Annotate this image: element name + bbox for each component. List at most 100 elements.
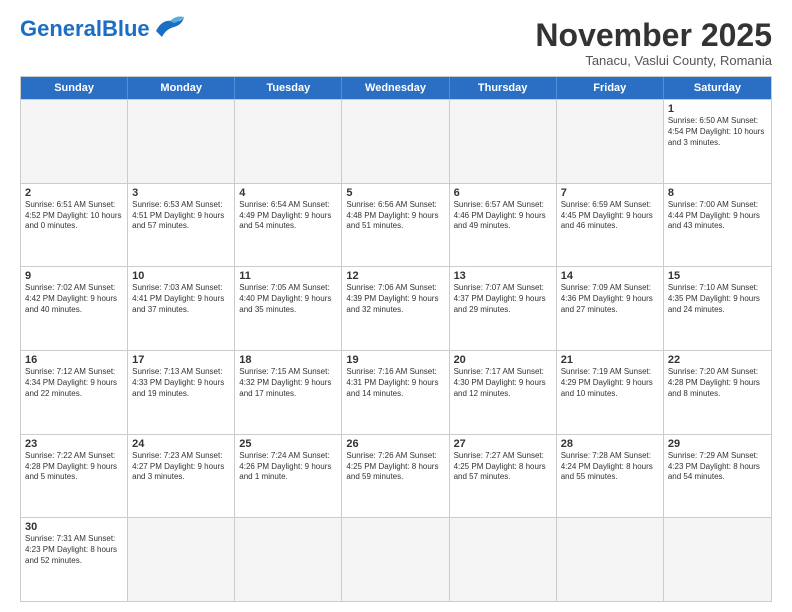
day-number: 15 — [668, 270, 767, 282]
day-cell — [450, 518, 557, 601]
week-row-1: 2Sunrise: 6:51 AM Sunset: 4:52 PM Daylig… — [21, 183, 771, 267]
week-row-5: 30Sunrise: 7:31 AM Sunset: 4:23 PM Dayli… — [21, 517, 771, 601]
day-cell: 12Sunrise: 7:06 AM Sunset: 4:39 PM Dayli… — [342, 267, 449, 350]
day-header-friday: Friday — [557, 77, 664, 99]
day-number: 27 — [454, 438, 552, 450]
day-info: Sunrise: 6:51 AM Sunset: 4:52 PM Dayligh… — [25, 200, 123, 232]
day-cell: 18Sunrise: 7:15 AM Sunset: 4:32 PM Dayli… — [235, 351, 342, 434]
logo: GeneralBlue — [20, 18, 188, 40]
day-cell — [235, 518, 342, 601]
day-info: Sunrise: 6:53 AM Sunset: 4:51 PM Dayligh… — [132, 200, 230, 232]
day-cell: 21Sunrise: 7:19 AM Sunset: 4:29 PM Dayli… — [557, 351, 664, 434]
day-cell: 30Sunrise: 7:31 AM Sunset: 4:23 PM Dayli… — [21, 518, 128, 601]
header: GeneralBlue November 2025 Tanacu, Vaslui… — [20, 18, 772, 68]
day-number: 24 — [132, 438, 230, 450]
day-number: 22 — [668, 354, 767, 366]
day-cell: 8Sunrise: 7:00 AM Sunset: 4:44 PM Daylig… — [664, 184, 771, 267]
day-header-wednesday: Wednesday — [342, 77, 449, 99]
day-info: Sunrise: 7:20 AM Sunset: 4:28 PM Dayligh… — [668, 367, 767, 399]
subtitle: Tanacu, Vaslui County, Romania — [535, 53, 772, 68]
day-number: 25 — [239, 438, 337, 450]
day-cell — [342, 100, 449, 183]
day-cell: 4Sunrise: 6:54 AM Sunset: 4:49 PM Daylig… — [235, 184, 342, 267]
day-cell: 13Sunrise: 7:07 AM Sunset: 4:37 PM Dayli… — [450, 267, 557, 350]
day-header-monday: Monday — [128, 77, 235, 99]
day-number: 17 — [132, 354, 230, 366]
day-info: Sunrise: 7:17 AM Sunset: 4:30 PM Dayligh… — [454, 367, 552, 399]
day-info: Sunrise: 7:19 AM Sunset: 4:29 PM Dayligh… — [561, 367, 659, 399]
day-info: Sunrise: 7:29 AM Sunset: 4:23 PM Dayligh… — [668, 451, 767, 483]
day-info: Sunrise: 7:16 AM Sunset: 4:31 PM Dayligh… — [346, 367, 444, 399]
day-cell: 5Sunrise: 6:56 AM Sunset: 4:48 PM Daylig… — [342, 184, 449, 267]
day-number: 29 — [668, 438, 767, 450]
day-info: Sunrise: 7:31 AM Sunset: 4:23 PM Dayligh… — [25, 534, 123, 566]
day-number: 26 — [346, 438, 444, 450]
day-header-tuesday: Tuesday — [235, 77, 342, 99]
day-header-saturday: Saturday — [664, 77, 771, 99]
day-headers-row: SundayMondayTuesdayWednesdayThursdayFrid… — [21, 77, 771, 99]
day-info: Sunrise: 7:23 AM Sunset: 4:27 PM Dayligh… — [132, 451, 230, 483]
month-title: November 2025 — [535, 18, 772, 53]
day-cell: 6Sunrise: 6:57 AM Sunset: 4:46 PM Daylig… — [450, 184, 557, 267]
day-cell — [450, 100, 557, 183]
day-cell — [342, 518, 449, 601]
day-cell — [128, 100, 235, 183]
logo-bird-icon — [152, 11, 188, 39]
week-row-2: 9Sunrise: 7:02 AM Sunset: 4:42 PM Daylig… — [21, 266, 771, 350]
day-header-thursday: Thursday — [450, 77, 557, 99]
day-info: Sunrise: 6:57 AM Sunset: 4:46 PM Dayligh… — [454, 200, 552, 232]
title-area: November 2025 Tanacu, Vaslui County, Rom… — [535, 18, 772, 68]
day-cell: 7Sunrise: 6:59 AM Sunset: 4:45 PM Daylig… — [557, 184, 664, 267]
day-number: 5 — [346, 187, 444, 199]
day-info: Sunrise: 7:12 AM Sunset: 4:34 PM Dayligh… — [25, 367, 123, 399]
day-info: Sunrise: 7:07 AM Sunset: 4:37 PM Dayligh… — [454, 283, 552, 315]
day-info: Sunrise: 7:13 AM Sunset: 4:33 PM Dayligh… — [132, 367, 230, 399]
day-info: Sunrise: 7:00 AM Sunset: 4:44 PM Dayligh… — [668, 200, 767, 232]
day-number: 19 — [346, 354, 444, 366]
day-cell: 28Sunrise: 7:28 AM Sunset: 4:24 PM Dayli… — [557, 435, 664, 518]
day-cell — [21, 100, 128, 183]
day-cell — [557, 518, 664, 601]
day-cell — [235, 100, 342, 183]
day-info: Sunrise: 7:06 AM Sunset: 4:39 PM Dayligh… — [346, 283, 444, 315]
day-number: 21 — [561, 354, 659, 366]
day-cell: 14Sunrise: 7:09 AM Sunset: 4:36 PM Dayli… — [557, 267, 664, 350]
day-cell — [557, 100, 664, 183]
day-cell — [664, 518, 771, 601]
calendar: SundayMondayTuesdayWednesdayThursdayFrid… — [20, 76, 772, 602]
day-cell: 20Sunrise: 7:17 AM Sunset: 4:30 PM Dayli… — [450, 351, 557, 434]
day-info: Sunrise: 7:22 AM Sunset: 4:28 PM Dayligh… — [25, 451, 123, 483]
day-info: Sunrise: 7:10 AM Sunset: 4:35 PM Dayligh… — [668, 283, 767, 315]
day-number: 23 — [25, 438, 123, 450]
day-info: Sunrise: 7:09 AM Sunset: 4:36 PM Dayligh… — [561, 283, 659, 315]
day-info: Sunrise: 7:28 AM Sunset: 4:24 PM Dayligh… — [561, 451, 659, 483]
day-cell: 26Sunrise: 7:26 AM Sunset: 4:25 PM Dayli… — [342, 435, 449, 518]
day-number: 7 — [561, 187, 659, 199]
day-number: 28 — [561, 438, 659, 450]
day-number: 30 — [25, 521, 123, 533]
day-cell: 16Sunrise: 7:12 AM Sunset: 4:34 PM Dayli… — [21, 351, 128, 434]
day-number: 3 — [132, 187, 230, 199]
day-info: Sunrise: 7:26 AM Sunset: 4:25 PM Dayligh… — [346, 451, 444, 483]
day-cell: 25Sunrise: 7:24 AM Sunset: 4:26 PM Dayli… — [235, 435, 342, 518]
day-cell: 10Sunrise: 7:03 AM Sunset: 4:41 PM Dayli… — [128, 267, 235, 350]
day-cell: 11Sunrise: 7:05 AM Sunset: 4:40 PM Dayli… — [235, 267, 342, 350]
logo-general: General — [20, 16, 102, 41]
day-number: 9 — [25, 270, 123, 282]
day-cell: 17Sunrise: 7:13 AM Sunset: 4:33 PM Dayli… — [128, 351, 235, 434]
day-cell: 29Sunrise: 7:29 AM Sunset: 4:23 PM Dayli… — [664, 435, 771, 518]
day-number: 11 — [239, 270, 337, 282]
day-cell: 2Sunrise: 6:51 AM Sunset: 4:52 PM Daylig… — [21, 184, 128, 267]
day-info: Sunrise: 7:15 AM Sunset: 4:32 PM Dayligh… — [239, 367, 337, 399]
day-header-sunday: Sunday — [21, 77, 128, 99]
day-number: 6 — [454, 187, 552, 199]
day-number: 1 — [668, 103, 767, 115]
day-info: Sunrise: 6:59 AM Sunset: 4:45 PM Dayligh… — [561, 200, 659, 232]
day-info: Sunrise: 6:54 AM Sunset: 4:49 PM Dayligh… — [239, 200, 337, 232]
day-number: 10 — [132, 270, 230, 282]
day-cell: 23Sunrise: 7:22 AM Sunset: 4:28 PM Dayli… — [21, 435, 128, 518]
logo-text: GeneralBlue — [20, 18, 150, 40]
day-cell: 1Sunrise: 6:50 AM Sunset: 4:54 PM Daylig… — [664, 100, 771, 183]
day-info: Sunrise: 7:03 AM Sunset: 4:41 PM Dayligh… — [132, 283, 230, 315]
day-info: Sunrise: 7:02 AM Sunset: 4:42 PM Dayligh… — [25, 283, 123, 315]
